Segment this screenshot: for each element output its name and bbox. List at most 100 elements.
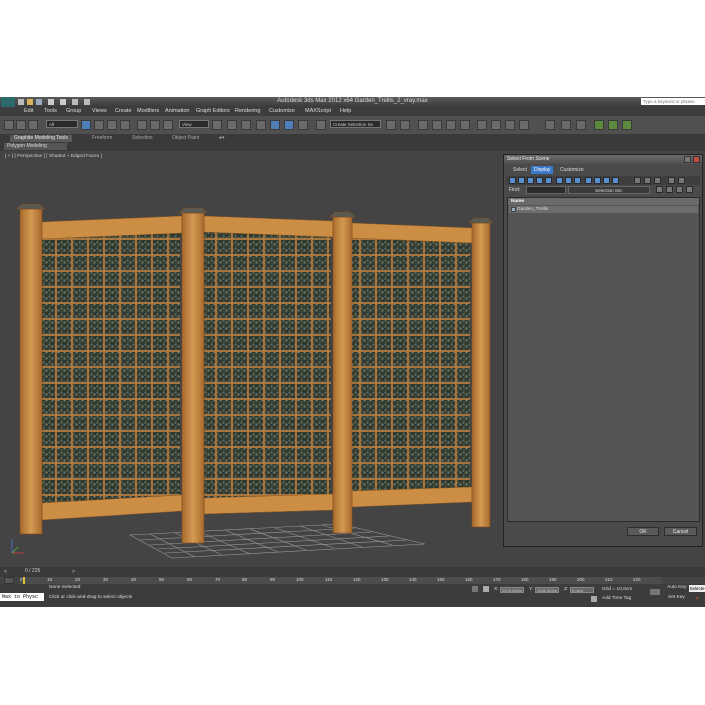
help-search-input[interactable]: Type a keyword or phrase: [641, 98, 705, 105]
display-invert-icon[interactable]: [654, 177, 661, 184]
vray-light-icon[interactable]: [576, 120, 586, 130]
menu-group[interactable]: Group: [66, 108, 81, 114]
render-production-icon[interactable]: [519, 120, 529, 130]
vray-toolbar-icon[interactable]: [561, 120, 571, 130]
select-by-name-icon[interactable]: [94, 120, 104, 130]
spinner-snap-icon[interactable]: [298, 120, 308, 130]
frame-counter[interactable]: 0 / 225: [25, 568, 40, 574]
set-key-button[interactable]: Set Key: [668, 595, 685, 600]
display-containers-icon[interactable]: [594, 177, 601, 184]
menu-edit[interactable]: Edit: [24, 108, 33, 114]
render-setup-icon[interactable]: [491, 120, 501, 130]
align-icon[interactable]: [400, 120, 410, 130]
display-shapes-icon[interactable]: [518, 177, 525, 184]
object-list[interactable]: Name Garden_Trellis: [507, 197, 700, 522]
tab-display[interactable]: Display: [531, 166, 554, 174]
layer-manager-icon[interactable]: [418, 120, 428, 130]
selection-lock-icon[interactable]: [472, 586, 478, 592]
menu-tools[interactable]: Tools: [44, 108, 57, 114]
move-icon[interactable]: [137, 120, 147, 130]
scale-icon[interactable]: [163, 120, 173, 130]
display-geometry-icon[interactable]: [509, 177, 516, 184]
reference-coordinate-dropdown[interactable]: View: [179, 120, 209, 128]
find-input[interactable]: [526, 186, 566, 194]
display-all-icon[interactable]: [634, 177, 641, 184]
pivot-center-icon[interactable]: [212, 120, 222, 130]
vray-cam-icon[interactable]: [594, 120, 604, 130]
tab-select[interactable]: Select: [510, 166, 530, 174]
time-slider[interactable]: < 0 / 225 >: [0, 567, 705, 577]
z-coordinate-field[interactable]: 0,0cm: [570, 587, 594, 593]
snaps-toggle-icon[interactable]: [256, 120, 266, 130]
schematic-view-icon[interactable]: [460, 120, 470, 130]
key-filters-icon[interactable]: ✕: [695, 596, 703, 602]
select-all-icon[interactable]: [656, 186, 663, 193]
tab-selection[interactable]: Selection: [132, 135, 153, 142]
display-spacewarps-icon[interactable]: [556, 177, 563, 184]
polygon-modeling-panel[interactable]: Polygon Modeling: [4, 143, 67, 150]
menu-rendering[interactable]: Rendering: [235, 108, 260, 114]
dialog-close-icon[interactable]: [693, 156, 700, 163]
time-slider-next-icon[interactable]: >: [72, 569, 75, 575]
vray-sun-icon[interactable]: [608, 120, 618, 130]
time-tag-icon[interactable]: [591, 596, 597, 602]
filter-icon[interactable]: [668, 177, 675, 184]
vray-mtl-icon[interactable]: [622, 120, 632, 130]
display-helpers-icon[interactable]: [545, 177, 552, 184]
angle-snap-icon[interactable]: [270, 120, 280, 130]
ribbon-options-icon[interactable]: ●▾: [219, 135, 225, 142]
named-selection-set-dropdown[interactable]: Create Selection Se: [330, 120, 381, 128]
material-editor-icon[interactable]: [477, 120, 487, 130]
tab-customize[interactable]: Customize: [557, 166, 587, 174]
mirror-icon[interactable]: [386, 120, 396, 130]
menu-animation[interactable]: Animation: [165, 108, 189, 114]
select-none-icon[interactable]: [666, 186, 673, 193]
rendered-frame-window-icon[interactable]: [505, 120, 515, 130]
menu-customize[interactable]: Customize: [269, 108, 295, 114]
maxscript-listener[interactable]: Max to Physc: [0, 593, 44, 601]
display-cameras-icon[interactable]: [536, 177, 543, 184]
menu-help[interactable]: Help: [340, 108, 351, 114]
auto-key-button[interactable]: Auto Key: [667, 585, 686, 590]
display-groups-icon[interactable]: [565, 177, 572, 184]
cancel-button[interactable]: Cancel: [664, 527, 697, 536]
graphite-toggle-icon[interactable]: [432, 120, 442, 130]
curve-editor-icon[interactable]: [446, 120, 456, 130]
select-object-icon[interactable]: [81, 120, 91, 130]
dialog-restore-icon[interactable]: [684, 156, 691, 163]
tab-object-paint[interactable]: Object Paint: [172, 135, 199, 142]
selection-set-dropdown[interactable]: Selection Set:: [568, 186, 650, 194]
dialog-title-bar[interactable]: Select From Scene: [504, 155, 702, 164]
menu-views[interactable]: Views: [92, 108, 107, 114]
key-filter-dropdown[interactable]: Selecte: [689, 585, 705, 592]
absolute-mode-icon[interactable]: [483, 586, 489, 592]
unlink-icon[interactable]: [16, 120, 26, 130]
x-coordinate-field[interactable]: 2578,426m: [500, 587, 524, 593]
link-icon[interactable]: [4, 120, 14, 130]
keyboard-shortcut-override-icon[interactable]: [241, 120, 251, 130]
y-coordinate-field[interactable]: 2436,322m: [535, 587, 559, 593]
column-header-name[interactable]: Name: [508, 198, 699, 205]
list-item[interactable]: Garden_Trellis: [509, 206, 698, 213]
menu-create[interactable]: Create: [115, 108, 132, 114]
add-time-tag[interactable]: Add Time Tag: [602, 596, 631, 601]
rectangle-selection-icon[interactable]: [107, 120, 117, 130]
sync-selection-icon[interactable]: [686, 186, 693, 193]
set-key-icon[interactable]: [650, 589, 660, 595]
display-none-icon[interactable]: [644, 177, 651, 184]
menu-maxscript[interactable]: MAXScript: [305, 108, 331, 114]
select-manipulate-icon[interactable]: [227, 120, 237, 130]
display-frozen-icon[interactable]: [603, 177, 610, 184]
tab-freeform[interactable]: Freeform: [92, 135, 112, 142]
percent-snap-icon[interactable]: [284, 120, 294, 130]
display-lights-icon[interactable]: [527, 177, 534, 184]
time-slider-prev-icon[interactable]: <: [4, 569, 7, 575]
window-crossing-icon[interactable]: [120, 120, 130, 130]
rotate-icon[interactable]: [150, 120, 160, 130]
select-invert-icon[interactable]: [676, 186, 683, 193]
display-bones-icon[interactable]: [585, 177, 592, 184]
display-xrefs-icon[interactable]: [574, 177, 581, 184]
menu-graph-editors[interactable]: Graph Editors: [196, 108, 230, 114]
edit-named-selection-icon[interactable]: [316, 120, 326, 130]
ok-button[interactable]: OK: [627, 527, 659, 536]
